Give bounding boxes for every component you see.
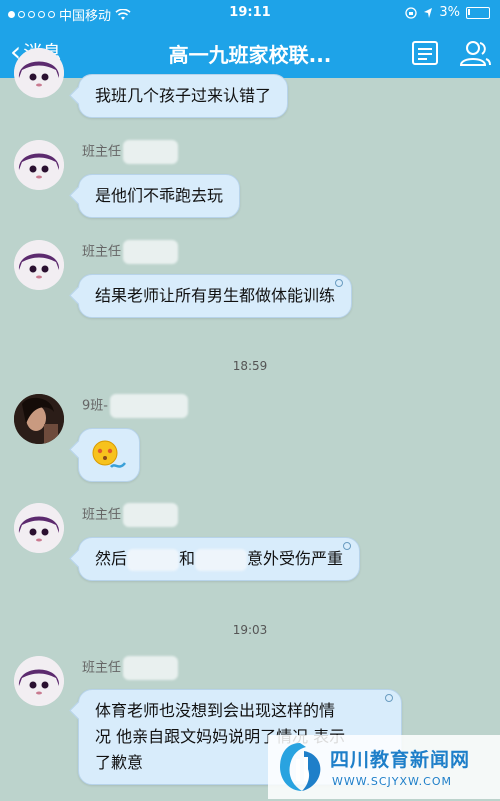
cartoon-girl-avatar-icon [14,656,64,706]
sender-name: 班主任 [82,140,179,164]
photo-avatar-icon [14,394,64,444]
message-bubble[interactable]: 结果老师让所有男生都做体能训练 [69,274,353,318]
message-text-line: 体育老师也没想到会出现这样的情 [95,701,336,720]
avatar[interactable] [14,503,64,553]
rotation-lock-icon [405,6,418,19]
blurred-name [123,656,179,680]
message-text: 我班几个孩子过来认错了 [95,86,272,105]
message-text: 是他们不乖跑去玩 [95,186,224,205]
cartoon-girl-avatar-icon [14,48,64,98]
sender-name: 班主任 [82,503,179,527]
status-bar: 中国移动 19:11 3% [0,0,500,26]
sparkle-icon [343,542,352,550]
blurred-name [123,503,179,527]
blurred-name [123,140,179,164]
chat-title: 高一九班家校联... [168,43,332,67]
sender-name: 9班- [82,394,188,418]
avatar[interactable] [14,240,64,290]
avatar[interactable] [14,656,64,706]
message-text: 结果老师让所有男生都做体能训练 [95,286,336,305]
sender-name: 班主任 [82,656,179,680]
group-members-icon[interactable] [458,38,492,68]
watermark-title: 四川教育新闻网 [330,749,471,771]
message-timestamp: 18:59 [232,359,268,373]
cartoon-girl-avatar-icon [14,503,64,553]
sender-name-text: 班主任 [82,660,122,676]
sender-name-text: 班主任 [82,144,122,160]
location-arrow-icon [424,7,433,18]
sender-name-text: 9班- [82,398,108,414]
blurred-name [109,394,188,418]
news-site-logo-icon [280,743,321,791]
watermark: 四川教育新闻网 WWW.SCJYXW.COM [268,735,500,799]
cartoon-girl-avatar-icon [14,240,64,290]
avatar[interactable] [14,48,64,98]
message-text-part: 意外受伤严重 [247,549,344,568]
blushing-face-sticker-icon [92,440,126,468]
blurred-student-name [127,548,180,571]
battery-percentage: 3% [439,5,460,20]
notice-board-icon[interactable] [410,38,440,68]
sender-name-text: 班主任 [82,507,122,523]
battery-icon [466,6,490,19]
message-bubble[interactable] [69,428,140,482]
message-timestamp: 19:03 [232,623,268,637]
cartoon-girl-avatar-icon [14,140,64,190]
message-text-part: 和 [179,549,196,568]
sender-name: 班主任 [82,240,179,264]
chat-message-list[interactable]: 我班几个孩子过来认错了 班主任 是他们不乖跑去玩 班主任 结果老师让所有男生都做… [0,48,500,801]
message-bubble[interactable]: 是他们不乖跑去玩 [69,174,241,218]
sparkle-icon [335,279,344,287]
avatar[interactable] [14,140,64,190]
blurred-student-name [195,548,248,571]
sparkle-icon [385,694,393,702]
watermark-url: WWW.SCJYXW.COM [332,775,452,788]
navigation-bar: ‹ 消息 高一九班家校联... [0,26,500,78]
message-text-part: 然后 [95,549,128,568]
message-bubble[interactable]: 然后 和 意外受伤严重 [69,537,361,581]
sender-name-text: 班主任 [82,244,122,260]
blurred-name [123,240,179,264]
avatar[interactable] [14,394,64,444]
message-bubble[interactable]: 我班几个孩子过来认错了 [69,74,289,118]
